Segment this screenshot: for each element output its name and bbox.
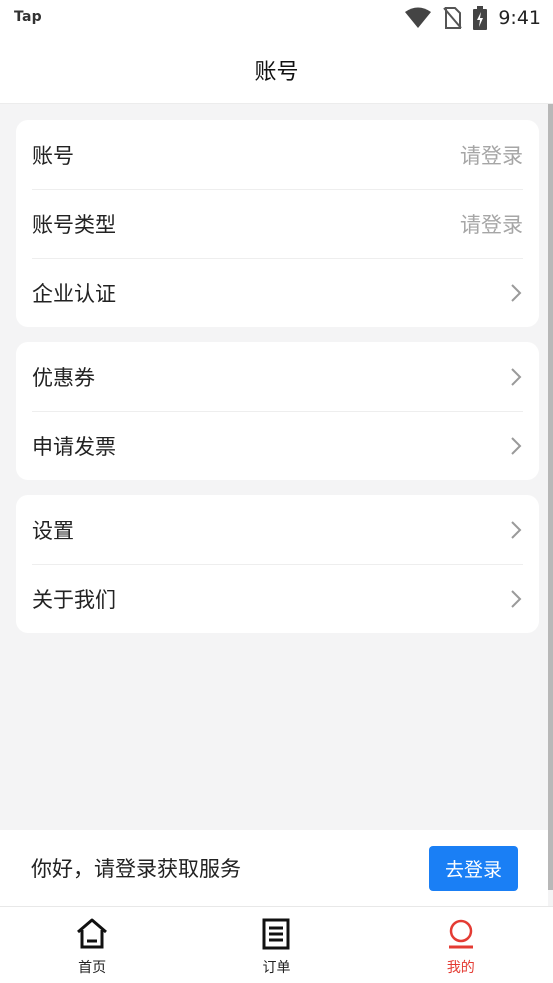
bottom-nav: 首页 订单 我的 [0, 906, 553, 983]
coupons-label: 优惠券 [32, 365, 95, 390]
scrollbar[interactable] [548, 104, 553, 890]
status-time: 9:41 [498, 7, 541, 29]
page-title: 账号 [254, 59, 299, 85]
tab-orders-label: 订单 [262, 960, 291, 976]
battery-charging-icon [473, 6, 488, 30]
invoice-row[interactable]: 申请发票 [16, 411, 539, 480]
account-row[interactable]: 账号 请登录 [16, 120, 539, 189]
chevron-right-icon [511, 589, 522, 608]
account-type-value: 请登录 [460, 212, 523, 237]
no-sim-icon [443, 7, 463, 29]
tab-home-label: 首页 [78, 960, 107, 976]
enterprise-verification-row[interactable]: 企业认证 [16, 258, 539, 327]
login-prompt-bar: 你好，请登录获取服务 去登录 [0, 830, 548, 906]
status-app-tag: Tap [14, 9, 42, 25]
settings-label: 设置 [32, 518, 74, 543]
enterprise-verification-label: 企业认证 [32, 281, 116, 306]
login-button[interactable]: 去登录 [429, 845, 518, 891]
coupons-row[interactable]: 优惠券 [16, 342, 539, 411]
wifi-icon [405, 7, 432, 28]
status-bar: Tap 9:41 [0, 0, 553, 36]
account-type-row[interactable]: 账号类型 请登录 [16, 189, 539, 258]
about-us-label: 关于我们 [32, 587, 116, 612]
app-header: 账号 [0, 36, 553, 104]
chevron-right-icon [511, 367, 522, 386]
tab-profile[interactable]: 我的 [369, 907, 553, 983]
screen: Tap 9:41 账号 账号 请登录 账号类型 请登录 企业认证 优惠券 申请发… [0, 0, 553, 983]
account-value: 请登录 [460, 143, 523, 168]
misc-card: 设置 关于我们 [16, 495, 539, 633]
tab-home[interactable]: 首页 [0, 907, 184, 983]
billing-card: 优惠券 申请发票 [16, 342, 539, 480]
tab-profile-label: 我的 [446, 960, 475, 976]
status-icons: 9:41 [404, 4, 541, 32]
order-list-icon [262, 918, 290, 950]
login-prompt-text: 你好，请登录获取服务 [31, 857, 241, 881]
tab-orders[interactable]: 订单 [184, 907, 368, 983]
account-card: 账号 请登录 账号类型 请登录 企业认证 [16, 120, 539, 327]
chevron-right-icon [511, 283, 522, 302]
account-label: 账号 [32, 143, 74, 168]
chevron-right-icon [511, 520, 522, 539]
account-type-label: 账号类型 [32, 212, 116, 237]
settings-row[interactable]: 设置 [16, 495, 539, 564]
profile-icon [448, 919, 473, 949]
home-icon [77, 918, 108, 949]
about-us-row[interactable]: 关于我们 [16, 564, 539, 633]
invoice-label: 申请发票 [32, 434, 116, 459]
chevron-right-icon [511, 436, 522, 455]
